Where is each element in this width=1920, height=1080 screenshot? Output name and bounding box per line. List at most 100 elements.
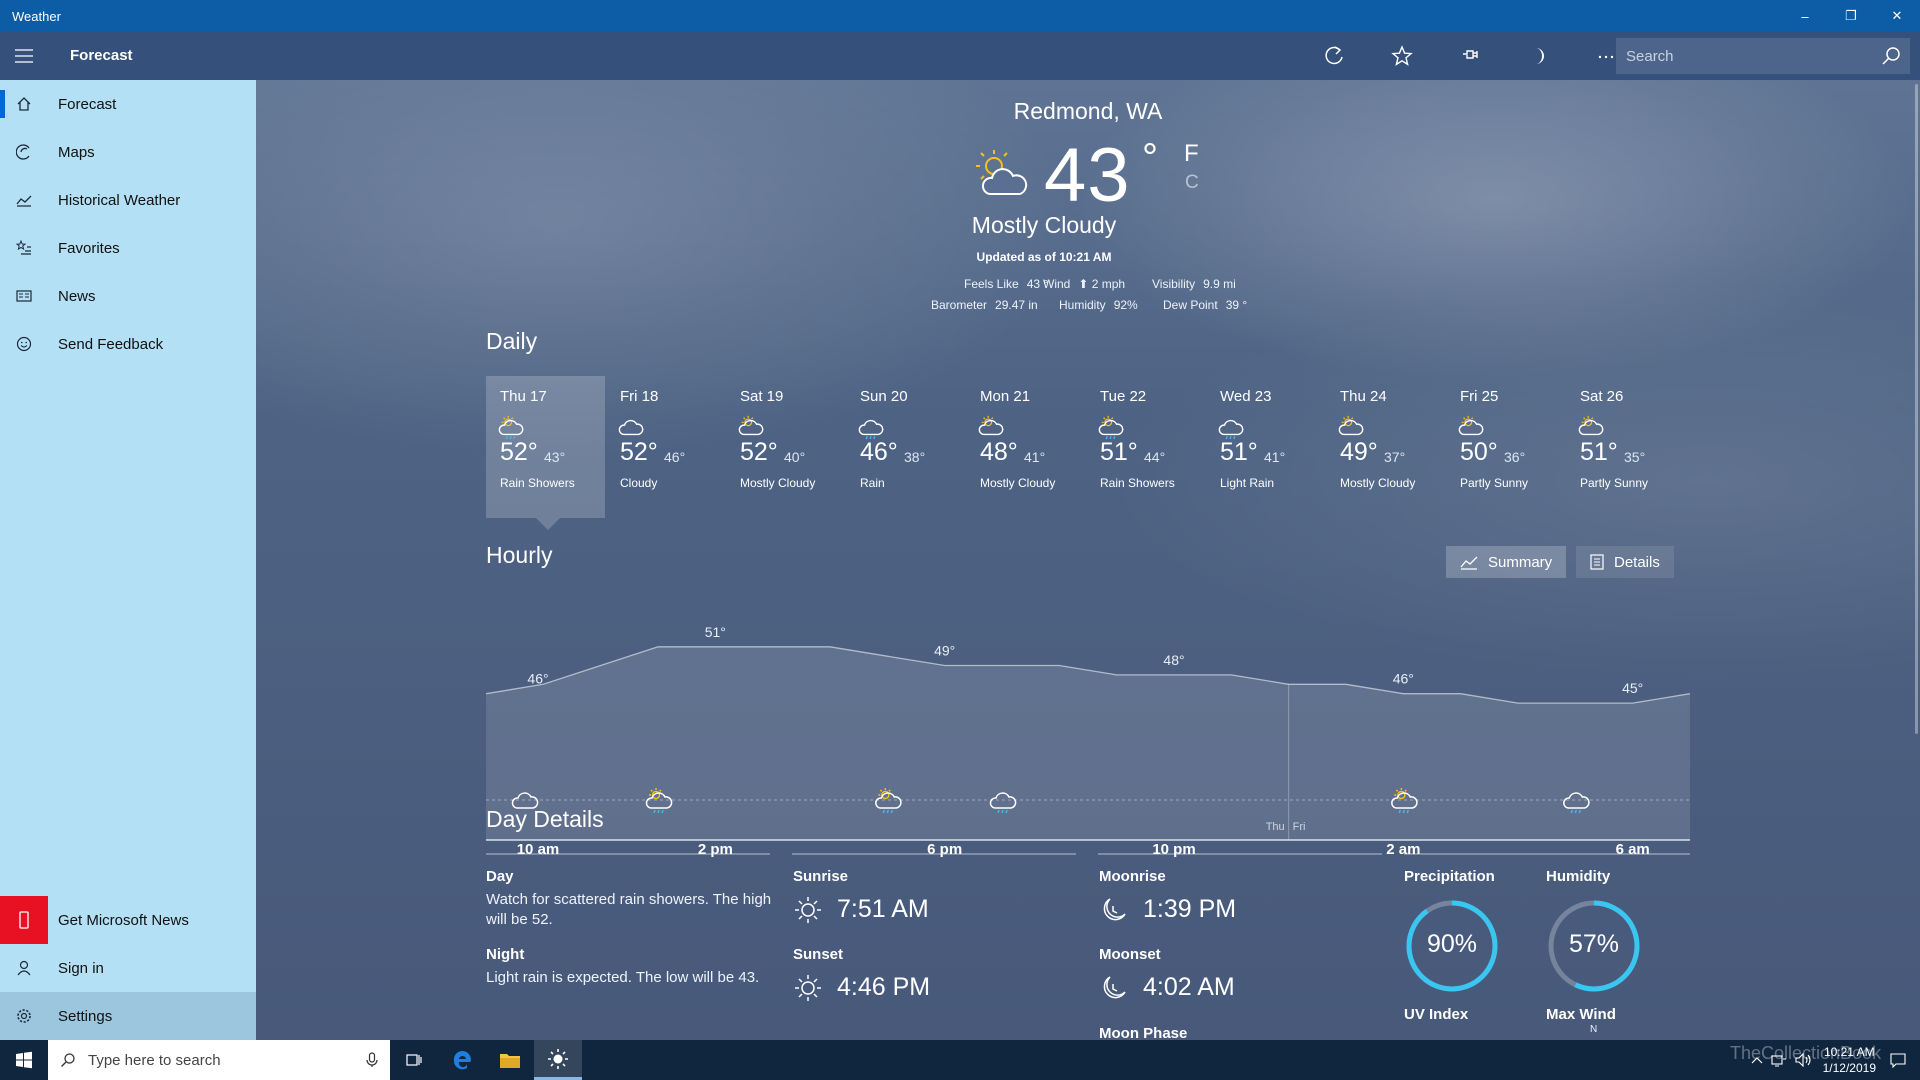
- watermark: TheCollectionBook: [1730, 1043, 1882, 1063]
- home-icon: [0, 80, 48, 128]
- file-explorer-button[interactable]: [486, 1040, 534, 1080]
- night-mode-button[interactable]: [1504, 32, 1572, 80]
- stat-value: 92%: [1113, 298, 1138, 312]
- folder-icon: [500, 1054, 520, 1068]
- humidity-value: 57%: [1568, 930, 1620, 958]
- task-view-icon: [406, 1054, 422, 1066]
- nav-item-send-feedback[interactable]: Send Feedback: [0, 320, 256, 368]
- moonrise-label: Moonrise: [1099, 868, 1166, 885]
- hourly-heading: Hourly: [486, 542, 553, 568]
- favorite-button[interactable]: [1368, 32, 1436, 80]
- nav-item-label: News: [58, 287, 96, 305]
- stat-label: Barometer: [931, 298, 988, 312]
- day-name: Sat 26: [1580, 388, 1624, 405]
- nav-item-get-microsoft-news[interactable]: Get Microsoft News: [0, 896, 256, 944]
- daily-forecast-card[interactable]: Sun 20 46° 38° Rain: [846, 376, 965, 518]
- hourly-temperature-label: 48°: [1163, 652, 1184, 668]
- document-icon: [1590, 554, 1604, 570]
- pin-button[interactable]: [1436, 32, 1504, 80]
- high-temperature: 49°: [1340, 438, 1378, 466]
- task-view-button[interactable]: [390, 1040, 438, 1080]
- nav-item-forecast[interactable]: Forecast: [0, 80, 256, 128]
- edge-icon: [453, 1051, 471, 1070]
- day-condition: Mostly Cloudy: [980, 476, 1056, 490]
- hourly-time-label: 6 pm: [927, 841, 962, 858]
- day-divider-label: Thu: [1266, 821, 1285, 833]
- forecast-content[interactable]: Redmond, WA 43 ° F C Mostly Cloudy Updat…: [256, 80, 1920, 1040]
- day-name: Fri 25: [1460, 388, 1499, 405]
- details-button[interactable]: Details: [1576, 546, 1674, 578]
- moon-icon: [1536, 48, 1544, 64]
- divider: [1404, 853, 1690, 855]
- daily-forecast-card[interactable]: Sat 26 51° 35° Partly Sunny: [1566, 376, 1685, 518]
- summary-button[interactable]: Summary: [1446, 546, 1567, 578]
- nav-item-label: Maps: [58, 143, 95, 161]
- minimize-button[interactable]: –: [1782, 0, 1828, 32]
- celsius-toggle[interactable]: C: [1185, 172, 1199, 194]
- sunrise-icon: [795, 897, 821, 923]
- daily-forecast-card[interactable]: Fri 25 50° 36° Partly Sunny: [1446, 376, 1565, 518]
- person-icon: [0, 944, 48, 992]
- daily-forecast-card[interactable]: Mon 21 48° 41° Mostly Cloudy: [966, 376, 1085, 518]
- scrollbar[interactable]: [1915, 84, 1918, 734]
- daily-forecast-card[interactable]: Wed 23 51° 41° Light Rain: [1206, 376, 1325, 518]
- nav-item-sign-in[interactable]: Sign in: [0, 944, 256, 992]
- high-temperature: 52°: [620, 438, 658, 466]
- nav-item-label: Favorites: [58, 239, 120, 257]
- hourly-time-label: 6 am: [1616, 841, 1650, 858]
- high-temperature: 46°: [860, 438, 898, 466]
- hamburger-menu-button[interactable]: [0, 32, 48, 80]
- max-wind-label: Max Wind: [1546, 1006, 1616, 1023]
- uv-index-label: UV Index: [1404, 1006, 1469, 1023]
- day-condition: Partly Sunny: [1580, 476, 1649, 490]
- sun-icon: [548, 1048, 568, 1069]
- low-temperature: 46°: [664, 449, 686, 465]
- nav-item-label: Get Microsoft News: [58, 911, 189, 929]
- daily-forecast-card[interactable]: Thu 24 49° 37° Mostly Cloudy: [1326, 376, 1445, 518]
- taskbar-search-box[interactable]: Type here to search: [48, 1040, 390, 1080]
- sunset-time: 4:46 PM: [837, 973, 931, 1001]
- stat-label: Feels Like: [964, 277, 1019, 291]
- night-description: Light rain is expected. The low will be …: [486, 969, 760, 986]
- more-icon: [1598, 55, 1614, 59]
- command-icons: [1300, 32, 1640, 80]
- daily-forecast-card[interactable]: Thu 17 52° 43° Rain Showers: [486, 376, 605, 530]
- notifications-icon[interactable]: [1890, 1052, 1906, 1068]
- weather-app-button[interactable]: [534, 1040, 582, 1080]
- nav-item-news[interactable]: News: [0, 272, 256, 320]
- search-input[interactable]: [1616, 47, 1866, 65]
- daily-forecast-card[interactable]: Sat 19 52° 40° Mostly Cloudy: [726, 376, 845, 518]
- star-list-icon: [0, 224, 48, 272]
- edge-browser-button[interactable]: [438, 1040, 486, 1080]
- nav-item-label: Settings: [58, 1007, 113, 1025]
- daily-forecast-card[interactable]: Tue 22 51° 44° Rain Showers: [1086, 376, 1205, 518]
- stat-label: Dew Point: [1163, 298, 1218, 312]
- nav-item-settings[interactable]: Settings: [0, 992, 256, 1040]
- low-temperature: 43°: [544, 449, 566, 465]
- search-icon[interactable]: [1880, 45, 1902, 67]
- day-label: Day: [486, 868, 514, 885]
- hourly-time-label: 2 am: [1386, 841, 1420, 858]
- nav-item-historical-weather[interactable]: Historical Weather: [0, 176, 256, 224]
- close-button[interactable]: ✕: [1874, 0, 1920, 32]
- low-temperature: 41°: [1024, 449, 1046, 465]
- refresh-button[interactable]: [1300, 32, 1368, 80]
- nav-item-favorites[interactable]: Favorites: [0, 224, 256, 272]
- fahrenheit-toggle[interactable]: F: [1184, 140, 1199, 168]
- day-name: Fri 18: [620, 388, 659, 405]
- refresh-icon: [1325, 46, 1343, 65]
- restore-button[interactable]: ❐: [1828, 0, 1874, 32]
- current-condition: Mostly Cloudy: [971, 212, 1117, 238]
- microphone-icon[interactable]: [366, 1052, 378, 1068]
- daily-forecast-card[interactable]: Fri 18 52° 46° Cloudy: [606, 376, 725, 518]
- nav-item-maps[interactable]: Maps: [0, 128, 256, 176]
- hourly-temperature-label: 46°: [1393, 671, 1414, 687]
- night-label: Night: [486, 946, 525, 963]
- search-box[interactable]: [1616, 38, 1910, 74]
- command-bar: Forecast: [0, 32, 1920, 80]
- divider: [1098, 853, 1382, 855]
- hourly-time-label: 10 pm: [1152, 841, 1195, 858]
- hourly-time-label: 10 am: [517, 841, 560, 858]
- start-button[interactable]: [0, 1040, 48, 1080]
- gear-icon: [0, 992, 48, 1040]
